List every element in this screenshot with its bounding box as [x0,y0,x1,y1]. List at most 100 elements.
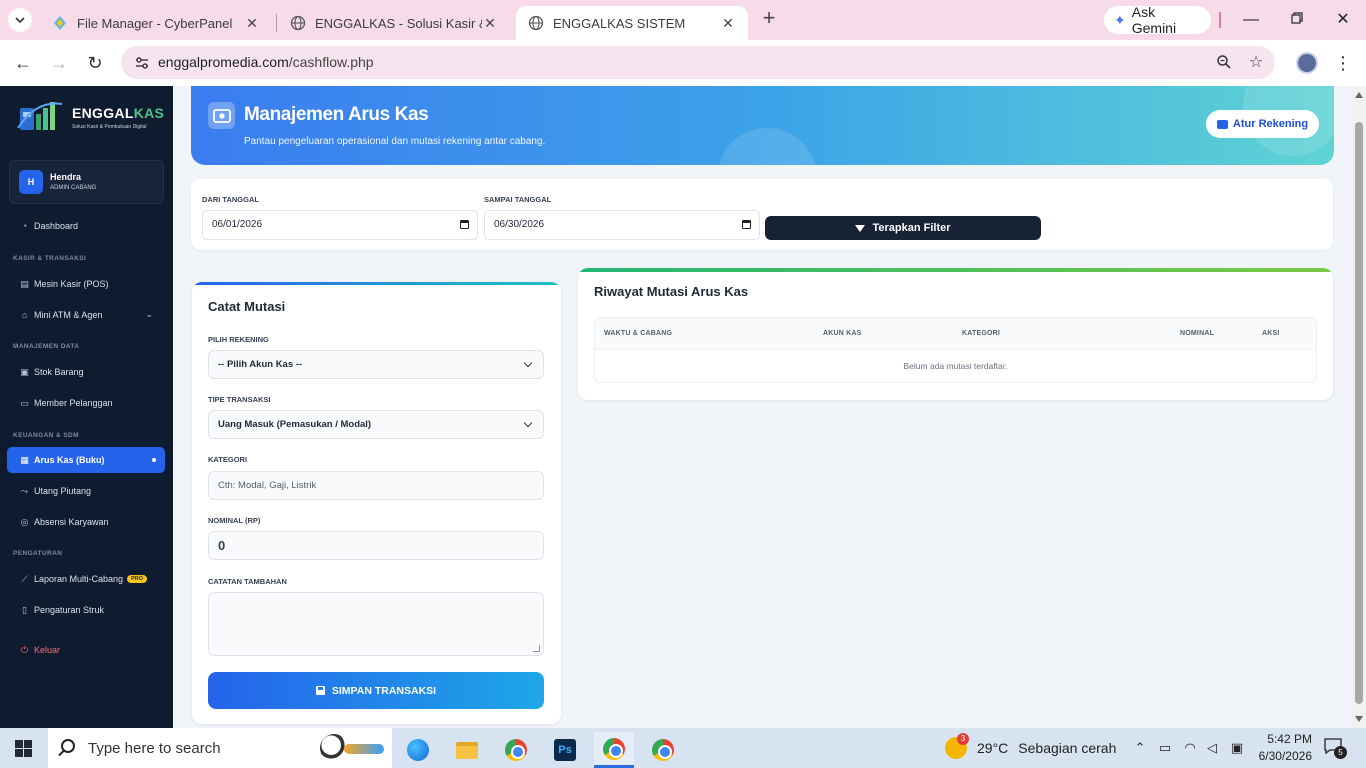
rekening-select[interactable]: -- Pilih Akun Kas -- [208,350,544,379]
reload-icon[interactable]: ↻ [83,51,107,75]
notification-count-badge: 5 [1334,746,1347,759]
battery-icon[interactable]: ▭ [1156,739,1174,757]
sidebar: ENGGALKAS Solusi Kasir & Pembukuan Digit… [0,86,173,728]
atur-rekening-button[interactable]: Atur Rekening [1206,110,1319,138]
sidebar-item-absensi[interactable]: ◎ Absensi Karyawan [7,509,165,535]
chevron-down-icon [523,358,533,368]
scroll-up-arrow-icon[interactable] [1355,92,1363,98]
decorative-circle [717,128,817,165]
calendar-icon[interactable] [742,220,751,229]
photoshop-icon: Ps [554,739,576,761]
sidebar-section-kasir: KASIR & TRANSAKSI [13,255,87,262]
tipe-transaksi-select[interactable]: Uang Masuk (Pemasukan / Modal) [208,410,544,439]
sidebar-item-member[interactable]: ▭ Member Pelanggan [7,390,165,416]
form-title: Catat Mutasi [208,299,286,314]
system-clock[interactable]: 5:42 PM 6/30/2026 [1254,731,1312,765]
resize-grip-icon[interactable] [533,645,540,652]
user-avatar: H [19,170,43,194]
simpan-transaksi-button[interactable]: SIMPAN TRANSAKSI [208,672,544,709]
dashboard-gauge-icon: ◔ [21,220,28,231]
speaker-icon[interactable]: ◁ [1203,739,1221,757]
weather-widget[interactable]: 3 29°C Sebagian cerah [945,733,1116,759]
tab-close-icon[interactable]: ✕ [720,15,736,31]
kategori-input[interactable]: Cth: Modal, Gaji, Listrik [208,471,544,500]
tab-separator [276,14,277,32]
browser-menu-icon[interactable]: ⋮ [1334,52,1352,74]
user-name: Hendra [50,172,82,182]
tab-search-chevron-icon[interactable] [8,8,32,32]
history-title: Riwayat Mutasi Arus Kas [594,284,749,299]
meet-now-icon[interactable]: ▣ [1228,739,1246,757]
folder-icon [456,741,478,759]
tab-enggalkas-solusi[interactable]: ENGGALKAS - Solusi Kasir & Pe ✕ [278,6,510,40]
restore-icon[interactable] [1284,8,1310,32]
taskbar-explorer-app[interactable] [447,732,487,768]
taskbar-chrome-active-app[interactable] [594,732,634,768]
tab-file-manager[interactable]: File Manager - CyberPanel ✕ [40,6,272,40]
app-logo[interactable]: ENGGALKAS Solusi Kasir & Pembukuan Digit… [16,98,164,134]
windows-start-icon[interactable] [15,740,32,757]
calendar-icon[interactable] [460,220,469,229]
tab-title: File Manager - CyberPanel [77,15,233,31]
profile-avatar[interactable] [1296,52,1318,74]
forward-arrow-icon[interactable]: → [47,51,71,75]
site-settings-icon[interactable] [133,54,151,72]
minimize-icon[interactable]: — [1238,8,1264,32]
power-icon: ⏻ [20,644,29,655]
address-bar[interactable]: enggalpromedia.com/cashflow.php ☆ [121,46,1275,79]
sidebar-item-struk[interactable]: ▯ Pengaturan Struk [7,597,165,623]
riwayat-mutasi-card: Riwayat Mutasi Arus Kas WAKTU & CABANG A… [578,268,1333,400]
catatan-label: CATATAN TAMBAHAN [208,577,287,586]
wifi-icon[interactable]: ◠ [1181,739,1199,757]
taskbar-chrome-profile-app[interactable] [643,732,683,768]
sidebar-item-mini-atm[interactable]: ⌂ Mini ATM & Agen ⌄ [7,302,165,328]
ask-gemini-button[interactable]: ✦ Ask Gemini [1104,4,1211,36]
to-date-input[interactable]: 06/30/2026 [484,210,760,240]
tipe-transaksi-label: TIPE TRANSAKSI [208,395,271,404]
chevron-up-icon[interactable]: ⌃ [1131,739,1149,757]
sidebar-item-dashboard[interactable]: ◔ Dashboard [7,213,165,239]
scroll-down-arrow-icon[interactable] [1355,716,1363,722]
weather-alert-badge: 3 [957,733,969,745]
taskbar-search-box[interactable]: Type here to search [48,728,392,768]
history-table: WAKTU & CABANG AKUN KAS KATEGORI NOMINAL… [594,317,1317,383]
taskbar-edge-app[interactable] [398,732,438,768]
close-window-icon[interactable]: ✕ [1330,8,1356,32]
bookmark-star-icon[interactable]: ☆ [1247,54,1265,72]
sidebar-item-arus-kas[interactable]: ▦ Arus Kas (Buku) [7,447,165,473]
notification-center-icon[interactable]: 5 [1324,738,1347,759]
sidebar-item-laporan[interactable]: ⟋ Laporan Multi-Cabang PRO [7,566,165,592]
apply-filter-button[interactable]: Terapkan Filter [765,216,1041,240]
search-highlight-swoosh-icon [344,744,384,754]
scrollbar-thumb[interactable] [1355,122,1363,704]
logo-tagline: Solusi Kasir & Pembukuan Digital [72,124,147,130]
zoom-icon[interactable] [1215,54,1233,72]
money-bill-icon [208,102,235,129]
tab-enggalkas-sistem[interactable]: ENGGALKAS SISTEM ✕ [516,6,748,40]
new-tab-button[interactable]: + [758,7,780,30]
handshake-icon: ⤳ [20,485,29,496]
browser-tab-strip: File Manager - CyberPanel ✕ ENGGALKAS - … [0,0,1366,40]
sidebar-item-logout[interactable]: ⏻ Keluar [7,637,165,663]
taskbar-chrome-app[interactable] [496,732,536,768]
apply-filter-label: Terapkan Filter [872,222,951,234]
nominal-input[interactable]: 0 [208,531,544,560]
catatan-textarea[interactable] [208,592,544,656]
sidebar-item-stok[interactable]: ▣ Stok Barang [7,359,165,385]
main-content: Manajemen Arus Kas Pantau pengeluaran op… [173,86,1352,728]
cyberpanel-favicon-icon [52,15,68,31]
tab-close-icon[interactable]: ✕ [482,15,498,31]
from-date-input[interactable]: 06/01/2026 [202,210,478,240]
user-card[interactable]: H Hendra ADMIN CABANG [9,160,164,204]
sidebar-section-data: MANAJEMEN DATA [13,343,80,350]
back-arrow-icon[interactable]: ← [11,51,35,75]
page-scrollbar[interactable] [1352,86,1366,728]
partly-sunny-icon: 3 [945,733,969,759]
sidebar-item-utang[interactable]: ⤳ Utang Piutang [7,478,165,504]
taskbar-photoshop-app[interactable]: Ps [545,732,585,768]
sidebar-item-pos[interactable]: ▤ Mesin Kasir (POS) [7,271,165,297]
from-date-label: DARI TANGGAL [202,195,259,204]
tab-close-icon[interactable]: ✕ [244,15,260,31]
sidebar-item-label: Absensi Karyawan [34,517,109,527]
chevron-down-icon [523,418,533,428]
